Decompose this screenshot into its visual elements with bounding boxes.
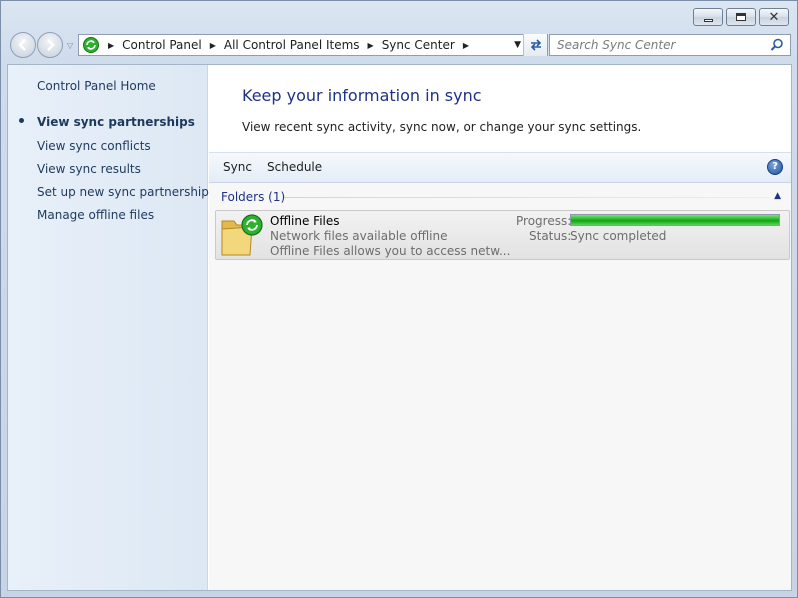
sync-progress-bar bbox=[570, 214, 780, 226]
search-icon[interactable] bbox=[770, 38, 784, 52]
breadcrumb-separator-icon[interactable]: ▶ bbox=[108, 41, 114, 50]
forward-arrow-icon bbox=[47, 39, 55, 51]
status-value: Sync completed bbox=[570, 229, 667, 243]
address-dropdown-icon[interactable]: ▼ bbox=[514, 40, 521, 50]
navigation-bar: ▽ ▶ Control Panel ▶ All Control Panel It… bbox=[9, 32, 791, 58]
back-button[interactable] bbox=[10, 32, 36, 58]
minimize-icon bbox=[703, 18, 713, 22]
maximize-button[interactable] bbox=[726, 8, 756, 26]
item-name: Offline Files bbox=[270, 214, 340, 228]
item-details: Offline Files allows you to access netw.… bbox=[270, 244, 511, 258]
active-bullet-icon bbox=[19, 118, 24, 123]
collapse-group-icon[interactable]: ▲ bbox=[774, 191, 781, 201]
sync-center-icon bbox=[83, 37, 99, 53]
sidebar-item-view-sync-partnerships[interactable]: View sync partnerships bbox=[37, 115, 195, 129]
sidebar-item-control-panel-home[interactable]: Control Panel Home bbox=[37, 79, 156, 93]
back-arrow-icon bbox=[18, 39, 26, 51]
breadcrumb-all-control-panel-items[interactable]: All Control Panel Items bbox=[224, 38, 360, 52]
sidebar-item-view-sync-results[interactable]: View sync results bbox=[37, 162, 141, 176]
page-title: Keep your information in sync bbox=[242, 86, 482, 105]
breadcrumb-separator-icon[interactable]: ▶ bbox=[210, 41, 216, 50]
forward-button[interactable] bbox=[37, 32, 63, 58]
search-box[interactable] bbox=[549, 34, 791, 56]
search-input[interactable] bbox=[557, 38, 757, 52]
sidebar-item-manage-offline-files[interactable]: Manage offline files bbox=[37, 208, 154, 222]
status-label: Status: bbox=[529, 229, 572, 243]
breadcrumb-separator-icon[interactable]: ▶ bbox=[368, 41, 374, 50]
page-subtitle: View recent sync activity, sync now, or … bbox=[242, 120, 642, 134]
schedule-button[interactable]: Schedule bbox=[267, 160, 322, 174]
maximize-icon bbox=[736, 13, 746, 21]
close-icon: ✕ bbox=[768, 9, 780, 25]
breadcrumb-control-panel[interactable]: Control Panel bbox=[122, 38, 202, 52]
sidebar: Control Panel Home View sync partnership… bbox=[8, 65, 215, 590]
refresh-button[interactable] bbox=[523, 34, 547, 56]
sidebar-item-set-up-new-sync-partnerships[interactable]: Set up new sync partnerships bbox=[37, 185, 215, 199]
breadcrumb-sync-center[interactable]: Sync Center bbox=[382, 38, 455, 52]
sync-center-window: ✕ ▽ ▶ Control Panel ▶ All Control Panel … bbox=[0, 0, 798, 598]
sidebar-item-view-sync-conflicts[interactable]: View sync conflicts bbox=[37, 139, 151, 153]
content-area: Control Panel Home View sync partnership… bbox=[7, 64, 792, 591]
refresh-icon bbox=[530, 39, 541, 51]
breadcrumb-separator-icon[interactable]: ▶ bbox=[463, 41, 469, 50]
minimize-button[interactable] bbox=[693, 8, 723, 26]
recent-pages-dropdown-icon[interactable]: ▽ bbox=[67, 41, 73, 50]
progress-label: Progress: bbox=[516, 214, 572, 228]
sync-progress-fill bbox=[571, 215, 779, 225]
close-button[interactable]: ✕ bbox=[759, 8, 789, 26]
list-item-offline-files[interactable]: Offline Files Network files available of… bbox=[215, 210, 790, 260]
group-header-folders[interactable]: Folders (1) bbox=[221, 190, 285, 204]
address-bar[interactable]: ▶ Control Panel ▶ All Control Panel Item… bbox=[78, 34, 548, 56]
sync-items-list: Folders (1) ▲ Offline Files Network file… bbox=[209, 183, 791, 590]
folder-sync-icon bbox=[221, 214, 263, 256]
sync-button[interactable]: Sync bbox=[223, 160, 252, 174]
command-bar: Sync Schedule ? bbox=[209, 152, 791, 183]
main-pane: Keep your information in sync View recen… bbox=[209, 65, 791, 590]
caption-buttons: ✕ bbox=[693, 8, 789, 26]
group-divider bbox=[284, 197, 770, 198]
help-icon[interactable]: ? bbox=[767, 159, 783, 175]
item-description: Network files available offline bbox=[270, 229, 448, 243]
